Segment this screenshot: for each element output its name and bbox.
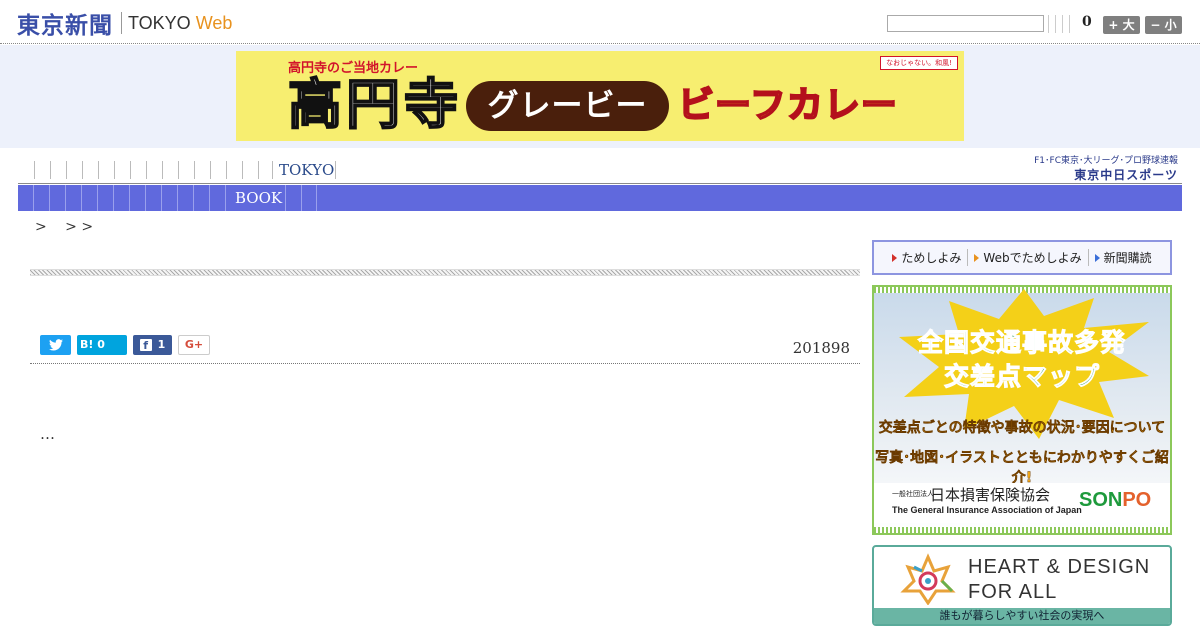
nav-item[interactable] (146, 161, 162, 179)
site-logo[interactable]: 東京新聞 TOKYO Web (17, 8, 233, 39)
nav-item[interactable] (98, 161, 114, 179)
subnav-item[interactable] (209, 185, 225, 211)
ad-stamp: なおじゃない。和風! (880, 56, 958, 70)
traffic-map-ad[interactable]: 全国交通事故多発 交差点マップ 交差点ごとの特徴や事故の状況･要因について 写真… (872, 285, 1172, 535)
font-size-increase-button[interactable]: + 大 (1103, 16, 1140, 34)
arrow-right-icon (1094, 253, 1100, 262)
subscribe-link[interactable]: 新聞購読 (1087, 249, 1158, 266)
logo-divider (121, 12, 122, 34)
search-input[interactable] (887, 15, 1044, 32)
nav-item[interactable] (178, 161, 194, 179)
nav-item[interactable] (82, 161, 98, 179)
subnav-item[interactable] (161, 185, 177, 211)
subnav-item[interactable] (81, 185, 97, 211)
article-title-rule (30, 269, 860, 276)
web-trial-read-link[interactable]: Webでためしよみ (967, 249, 1087, 266)
ad-desc-1: 交差点ごとの特徴や事故の状況･要因について (878, 420, 1166, 436)
sonpo-logo: SONPO (1079, 489, 1152, 511)
sports-link-title: 東京中日スポーツ (1074, 168, 1178, 182)
nav-item[interactable] (226, 161, 242, 179)
nav-item[interactable] (162, 161, 178, 179)
nav-item[interactable] (258, 161, 272, 179)
ad-gravy-label: グレービー (466, 81, 669, 131)
subnav-item[interactable] (33, 185, 49, 211)
font-size-decrease-button[interactable]: − 小 (1145, 16, 1182, 34)
org-name: 日本損害保険協会 (930, 486, 1051, 504)
trial-read-label: ためしよみ (901, 251, 962, 265)
subscription-links: ためしよみ Webでためしよみ 新聞購読 (872, 240, 1172, 275)
ad-stripe (874, 527, 1170, 533)
heart-ad-line2: FOR ALL (968, 581, 1058, 603)
facebook-icon: f (139, 339, 152, 352)
ad-headline-1: 全国交通事故多発 (917, 328, 1126, 358)
hatena-count: 0 (97, 338, 105, 351)
subnav-item[interactable] (145, 185, 161, 211)
nav-item[interactable] (34, 161, 50, 179)
primary-nav: TOKYO (18, 158, 1182, 184)
org-type: 一般社団法人 (892, 490, 934, 498)
hatena-bookmark-button[interactable]: B! 0 (77, 335, 127, 355)
heart-ad-tagline: 誰もが暮らしやすい社会の実現へ (874, 608, 1170, 624)
subnav-item[interactable] (49, 185, 65, 211)
twitter-bird-icon (48, 339, 63, 351)
subnav-item-book[interactable]: BOOK (225, 185, 285, 211)
header-divider-bars (1048, 15, 1070, 33)
article-date: 201898 (792, 339, 850, 357)
facebook-count: 1 (157, 338, 166, 351)
nav-item[interactable] (130, 161, 146, 179)
ad-headline: 高円寺 (287, 73, 462, 136)
nav-item[interactable] (114, 161, 130, 179)
sports-link[interactable]: F1･FC東京･大リーグ･プロ野球速報 東京中日スポーツ (1034, 153, 1178, 183)
subnav-item[interactable] (285, 185, 301, 211)
sports-link-caption: F1･FC東京･大リーグ･プロ野球速報 (1034, 156, 1178, 166)
logo-web: Web (195, 12, 233, 33)
top-banner-ad[interactable]: 高円寺のご当地カレー なおじゃない。和風! 高円寺 グレービー ビーフカレー (236, 51, 964, 141)
ad-beef-label: ビーフカレー (677, 84, 898, 127)
logo-english: TOKYO (128, 12, 191, 33)
nav-item[interactable] (194, 161, 210, 179)
logo-japanese: 東京新聞 (17, 13, 113, 39)
subnav-item[interactable] (193, 185, 209, 211)
org-name-en: The General Insurance Association of Jap… (892, 505, 1082, 515)
subnav-item[interactable] (129, 185, 145, 211)
subnav-item[interactable] (177, 185, 193, 211)
nav-item[interactable] (242, 161, 258, 179)
twitter-share-button[interactable] (40, 335, 71, 355)
nav-item[interactable] (210, 161, 226, 179)
ad-desc-2: 写真･地図･イラストとともにわかりやすくご紹介! (875, 450, 1169, 486)
counter: 0 (1082, 14, 1092, 30)
heart-ad-line1: HEART & DESIGN (968, 556, 1151, 578)
arrow-right-icon (892, 253, 898, 262)
subnav-item[interactable] (113, 185, 129, 211)
nav-item[interactable] (66, 161, 82, 179)
nav-item-tokyo[interactable]: TOKYO (272, 161, 336, 179)
subnav-item[interactable] (97, 185, 113, 211)
hatena-icon: B! (80, 338, 94, 351)
subscribe-label: 新聞購読 (1103, 251, 1152, 265)
secondary-nav: BOOK (18, 185, 1182, 211)
arrow-right-icon (974, 253, 980, 262)
facebook-share-button[interactable]: f1 (133, 335, 172, 355)
flower-logo-icon (900, 553, 956, 605)
subnav-item[interactable] (301, 185, 317, 211)
heart-design-ad[interactable]: HEART & DESIGN FOR ALL 誰もが暮らしやすい社会の実現へ (872, 545, 1172, 626)
nav-item[interactable] (50, 161, 66, 179)
top-header: 東京新聞 TOKYO Web 0 + 大 − 小 (0, 0, 1200, 44)
breadcrumb[interactable]: > > > (35, 216, 93, 236)
date-divider (30, 363, 860, 364)
web-trial-read-label: Webでためしよみ (983, 251, 1082, 265)
article-body: … (40, 425, 55, 443)
ad-footer: 一般社団法人 日本損害保険協会 The General Insurance As… (874, 483, 1170, 523)
ad-headline-2: 交差点マップ (943, 362, 1100, 392)
googleplus-share-button[interactable]: G+ (178, 335, 210, 355)
trial-read-link[interactable]: ためしよみ (886, 249, 967, 266)
subnav-item[interactable] (65, 185, 81, 211)
